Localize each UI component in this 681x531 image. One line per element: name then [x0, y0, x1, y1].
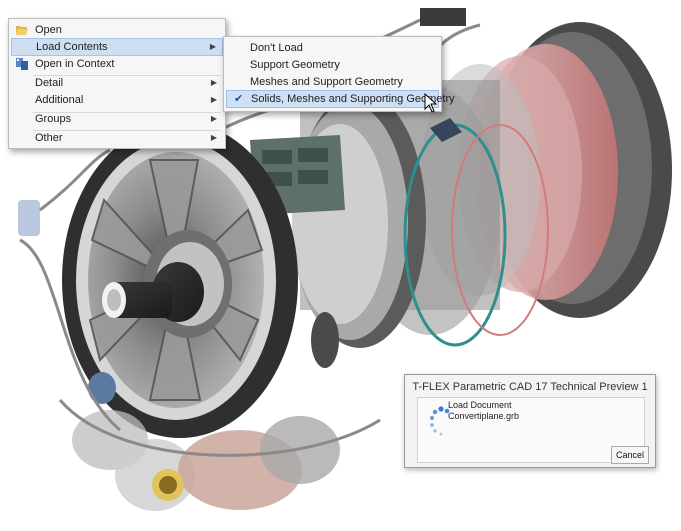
- top-connector: [420, 8, 466, 26]
- submenu-item-dont-load[interactable]: Don't Load: [226, 39, 439, 57]
- context-menu: Open Load Contents ▶ Open in Context Det…: [8, 18, 226, 149]
- menu-item-detail[interactable]: Detail ▶: [11, 74, 223, 92]
- open-in-context-icon: [16, 58, 28, 70]
- submenu-arrow-icon: ▶: [210, 133, 217, 142]
- dialog-title: T-FLEX Parametric CAD 17 Technical Previ…: [412, 381, 648, 393]
- submenu-arrow-icon: ▶: [210, 78, 217, 87]
- load-status-label: Load Document: [448, 400, 512, 410]
- submenu-item-support-geometry[interactable]: Support Geometry: [226, 56, 439, 74]
- menu-item-open-in-context[interactable]: Open in Context: [11, 55, 223, 73]
- load-contents-submenu: Don't Load Support Geometry Meshes and S…: [223, 36, 455, 112]
- loading-dialog: T-FLEX Parametric CAD 17 Technical Previ…: [404, 374, 656, 468]
- menu-item-open[interactable]: Open: [11, 21, 223, 39]
- cancel-button[interactable]: Cancel: [611, 446, 649, 464]
- checkmark-icon: ✔: [234, 93, 244, 105]
- submenu-item-meshes-support[interactable]: Meshes and Support Geometry: [226, 73, 439, 91]
- dialog-body: Load Document Convertiplane.grb Cancel: [417, 397, 649, 464]
- menu-item-other[interactable]: Other ▶: [11, 129, 223, 147]
- menu-item-load-contents[interactable]: Load Contents ▶: [11, 38, 223, 56]
- submenu-item-solids-meshes-supporting[interactable]: ✔ Solids, Meshes and Supporting Geometry: [226, 90, 455, 108]
- submenu-arrow-icon: ▶: [209, 42, 216, 51]
- mouse-cursor-icon: [424, 93, 438, 113]
- menu-item-additional[interactable]: Additional ▶: [11, 91, 223, 109]
- submenu-arrow-icon: ▶: [210, 114, 217, 123]
- menu-item-groups[interactable]: Groups ▶: [11, 110, 223, 128]
- file-name-label: Convertiplane.grb: [448, 411, 520, 421]
- folder-open-icon: [16, 26, 28, 35]
- submenu-arrow-icon: ▶: [210, 95, 217, 104]
